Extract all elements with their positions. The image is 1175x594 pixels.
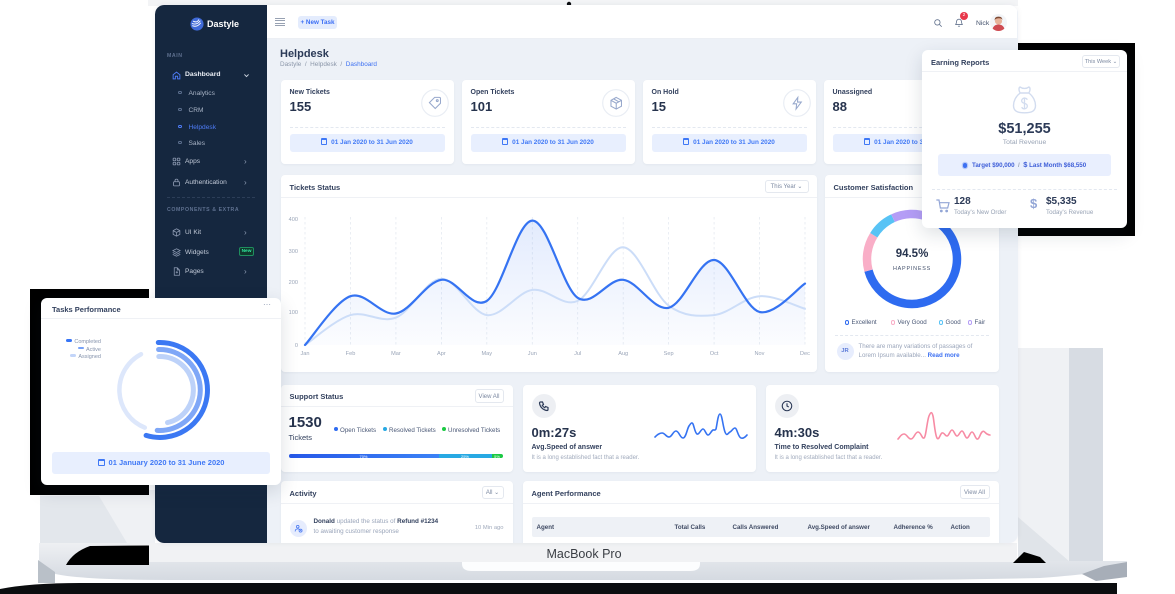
svg-text:Nov: Nov <box>754 351 764 357</box>
svg-text:Jun: Jun <box>527 351 536 357</box>
svg-text:MacBook Pro: MacBook Pro <box>546 547 621 561</box>
svg-text:HAPPINESS: HAPPINESS <box>892 266 930 272</box>
svg-text:Sep: Sep <box>663 351 673 357</box>
svg-text:100: 100 <box>288 310 297 316</box>
svg-text:Dec: Dec <box>800 351 810 357</box>
svg-text:0: 0 <box>294 343 297 349</box>
svg-text:Apr: Apr <box>437 351 446 357</box>
svg-text:May: May <box>481 351 492 357</box>
svg-text:Feb: Feb <box>345 351 355 357</box>
svg-text:Aug: Aug <box>618 351 628 357</box>
svg-text:400: 400 <box>288 217 297 223</box>
svg-text:Mar: Mar <box>391 351 401 357</box>
svg-text:Jul: Jul <box>574 351 581 357</box>
svg-text:Jan: Jan <box>300 351 309 357</box>
svg-text:300: 300 <box>288 249 297 255</box>
svg-text:200: 200 <box>288 280 297 286</box>
svg-text:94.5%: 94.5% <box>895 248 928 260</box>
svg-text:Oct: Oct <box>709 351 718 357</box>
